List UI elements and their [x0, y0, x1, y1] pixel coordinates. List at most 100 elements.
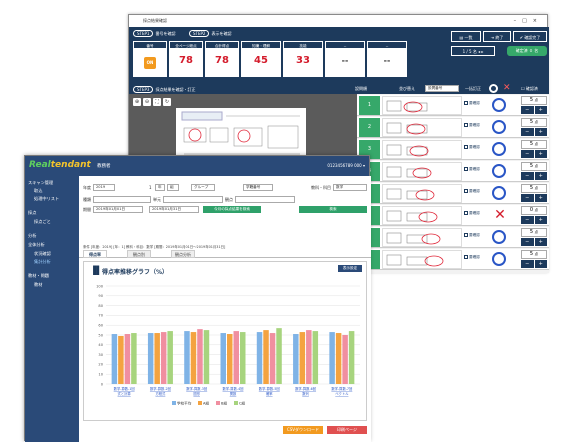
grade-select[interactable]: 年 — [155, 184, 165, 191]
list-button[interactable]: ▤ 一覧 — [451, 31, 481, 42]
window-controls[interactable]: –□× — [514, 15, 543, 27]
minus-icon[interactable]: − — [521, 128, 534, 136]
plus-icon[interactable]: + — [534, 194, 547, 202]
minus-icon[interactable]: − — [521, 260, 534, 268]
correct-mark-icon[interactable] — [492, 142, 506, 156]
y-tick-label: 20 — [98, 363, 103, 367]
score-stepper[interactable]: 5 点 − + — [521, 118, 547, 137]
score-stepper[interactable]: 0 点 − + — [521, 206, 547, 225]
score-stepper[interactable]: 5 点 − + — [521, 96, 547, 115]
batch-cross-button[interactable]: ✕ — [503, 83, 512, 93]
rotate-icon[interactable]: ↻ — [163, 98, 171, 106]
plus-icon[interactable]: + — [534, 106, 547, 114]
this-month-button[interactable]: 今月の採点結果を検索 — [203, 206, 261, 213]
sidebar-group[interactable]: 教材・問題 — [28, 273, 49, 279]
review-check[interactable]: 要確認 — [464, 101, 480, 106]
unit-label: 単元 — [153, 197, 161, 202]
correct-mark-icon[interactable] — [492, 120, 506, 134]
question-number[interactable]: 2 — [359, 118, 380, 137]
fit-icon[interactable]: ⛶ — [153, 98, 161, 106]
minus-icon[interactable]: − — [521, 194, 534, 202]
score-stepper[interactable]: 5 点 − + — [521, 250, 547, 269]
end-button[interactable]: ⇥ 終了 — [483, 31, 511, 42]
plus-icon[interactable]: + — [534, 260, 547, 268]
complete-button[interactable]: ✔ 確認完了 — [513, 31, 547, 42]
date-from-input[interactable]: 2019年01月01日 — [93, 206, 143, 213]
score-stepper[interactable]: 5 点 − + — [521, 162, 547, 181]
minus-icon[interactable]: − — [521, 216, 534, 224]
auto-toggle[interactable]: ON — [143, 57, 157, 69]
sidebar-item[interactable]: 採点ごと — [34, 219, 51, 225]
review-check[interactable]: 要確認 — [464, 255, 480, 260]
kind-select[interactable] — [93, 196, 151, 203]
unit-select[interactable] — [163, 196, 223, 203]
class-select[interactable]: 組 — [167, 184, 179, 191]
summary-cell: 全ページ総点 78 — [169, 41, 203, 77]
plus-icon[interactable]: + — [534, 128, 547, 136]
csv-download-button[interactable]: CSVダウンロード — [283, 426, 323, 434]
subject-label: 教科・科目 — [311, 185, 331, 190]
step2: STEP2 表示を確認 — [189, 30, 231, 37]
plus-icon[interactable]: + — [534, 172, 547, 180]
sidebar-group[interactable]: 全体分析 — [28, 242, 45, 248]
sidebar-item[interactable]: 取込 — [34, 188, 42, 194]
tab-viewpoint[interactable]: 観点別 — [127, 250, 151, 258]
print-button[interactable]: 印刷ページ — [327, 426, 367, 434]
review-check[interactable]: 要確認 — [464, 167, 480, 172]
y-tick-label: 40 — [98, 343, 103, 347]
year-select[interactable]: 2019 — [93, 184, 115, 191]
student-select[interactable]: 学籍番号 — [243, 184, 273, 191]
sidebar-item[interactable]: 状況確認 — [34, 251, 51, 257]
confirm-check[interactable]: ☐ 確認済 — [521, 86, 538, 92]
score-stepper[interactable]: 5 点 − + — [521, 228, 547, 247]
bar — [233, 331, 239, 384]
correct-mark-icon[interactable] — [492, 252, 506, 266]
question-number[interactable]: 1 — [359, 96, 380, 115]
minus-icon[interactable]: − — [521, 150, 534, 158]
correct-mark-icon[interactable] — [492, 230, 506, 244]
group-select[interactable]: グループ — [191, 184, 215, 191]
sidebar-group[interactable]: 採点 — [28, 210, 36, 216]
sidebar-item[interactable]: 集計分析 — [34, 259, 51, 265]
minus-icon[interactable]: − — [521, 106, 534, 114]
sidebar-group[interactable]: 分析 — [28, 233, 36, 239]
tab-rate[interactable]: 得点率 — [83, 250, 107, 258]
question-row: 2 要確認 5 点 − + — [357, 117, 549, 138]
question-row: 3 要確認 5 点 − + — [357, 139, 549, 160]
score-stepper[interactable]: 5 点 − + — [521, 140, 547, 159]
plus-icon[interactable]: + — [534, 150, 547, 158]
review-check[interactable]: 要確認 — [464, 123, 480, 128]
review-check[interactable]: 要確認 — [464, 189, 480, 194]
confirmed-count[interactable]: 確定済 ０ 名 — [507, 46, 547, 56]
review-check[interactable]: 要確認 — [464, 233, 480, 238]
x-tick-label: 関数 — [230, 391, 237, 396]
user-menu[interactable]: 0123456789 000 ▾ — [327, 163, 365, 168]
summary-cell-value: 45 — [254, 55, 268, 66]
mode-select[interactable] — [235, 196, 295, 203]
correct-mark-icon[interactable] — [492, 164, 506, 178]
review-check[interactable]: 要確認 — [464, 145, 480, 150]
plus-icon[interactable]: + — [534, 238, 547, 246]
minus-icon[interactable]: − — [521, 172, 534, 180]
plus-icon[interactable]: + — [534, 216, 547, 224]
date-to-input[interactable]: 2019年01月31日 — [149, 206, 199, 213]
review-check[interactable]: 要確認 — [464, 211, 480, 216]
page-nav[interactable]: 1 / 5 名 ◂ ▸ — [451, 46, 495, 56]
sidebar-item[interactable]: 教材 — [34, 282, 42, 288]
tab-analysis[interactable]: 観点分析 — [171, 250, 195, 258]
sort-select[interactable]: 設問番号 — [425, 85, 459, 92]
sidebar-group[interactable]: スキャン管理 — [28, 180, 53, 186]
correct-mark-icon[interactable] — [492, 186, 506, 200]
correct-mark-icon[interactable] — [492, 98, 506, 112]
incorrect-mark-icon[interactable]: ✕ — [493, 206, 507, 224]
score-stepper[interactable]: 5 点 − + — [521, 184, 547, 203]
minus-icon[interactable]: − — [521, 238, 534, 246]
zoom-in-icon[interactable]: ⊕ — [133, 98, 141, 106]
chart-settings-button[interactable]: 表示設定 — [338, 265, 362, 272]
subject-select[interactable]: 数学 — [333, 184, 367, 191]
sidebar-item[interactable]: 処理中リスト — [34, 196, 59, 202]
search-button[interactable]: 検索 — [299, 206, 367, 213]
zoom-out-icon[interactable]: ⊖ — [143, 98, 151, 106]
bar-chart: 0 10 20 30 40 50 60 70 80 90 100 数学-算数-1回 式と計算 数学-算数… — [96, 284, 360, 406]
batch-circle-button[interactable] — [489, 84, 498, 93]
